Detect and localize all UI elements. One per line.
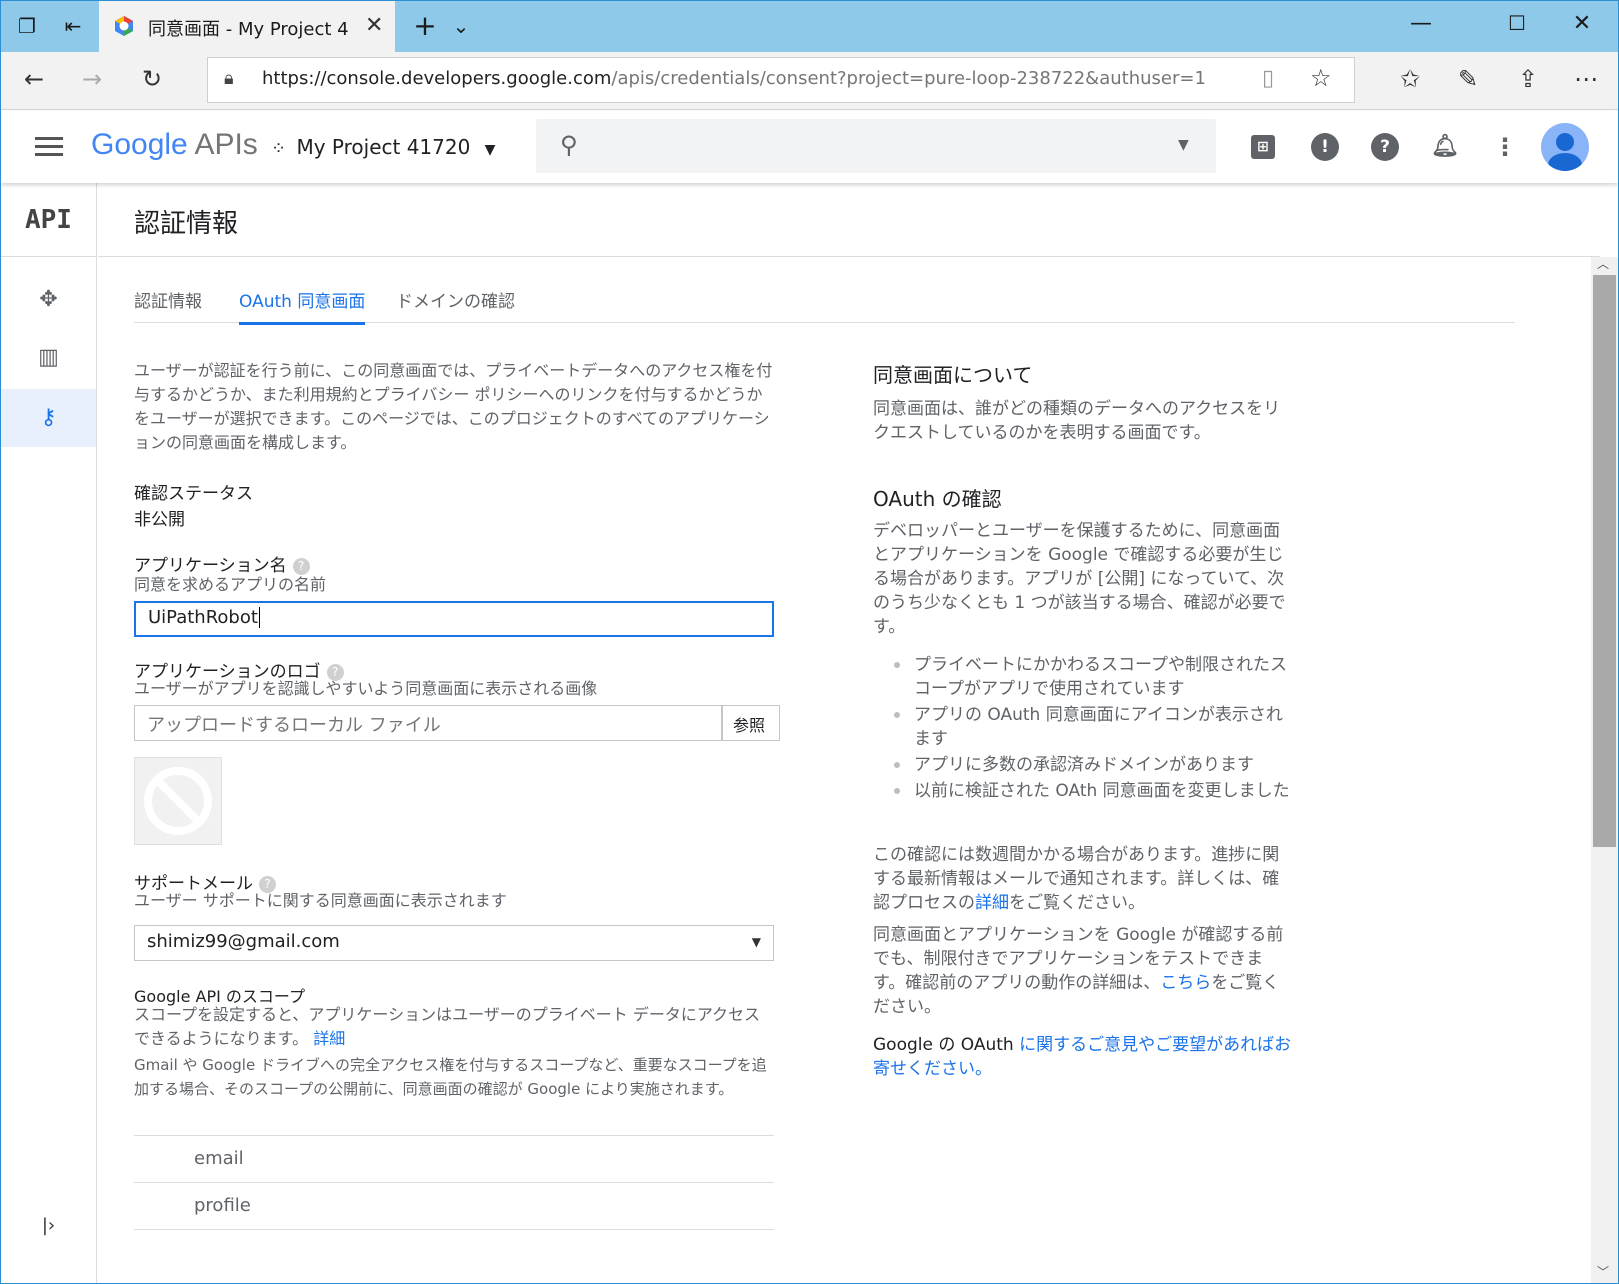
scopes-note: Gmail や Google ドライブへの完全アクセス権を付与するスコープなど、…	[134, 1056, 767, 1098]
no-logo-image	[134, 757, 222, 845]
browse-button[interactable]: 参照	[722, 705, 780, 741]
more-icon[interactable]: ⋯	[1569, 65, 1603, 93]
status-label: 確認ステータス	[134, 484, 253, 504]
list-item: プライベートにかかわるスコープや制限されたスコープがアプリで使用されています	[888, 653, 1293, 701]
star-icon[interactable]: ☆	[1310, 64, 1332, 92]
scope-row: profile	[134, 1182, 774, 1229]
close-window-button[interactable]: ✕	[1562, 11, 1602, 36]
tab-credentials[interactable]: 認証情報	[134, 287, 202, 312]
project-selector[interactable]: ⁘ My Project 41720 ▼	[271, 135, 495, 159]
google-apis-logo[interactable]: Google APIs	[91, 128, 258, 162]
verify-conditions-list: プライベートにかかわるスコープや制限されたスコープがアプリで使用されています ア…	[888, 653, 1293, 805]
avatar[interactable]	[1541, 123, 1589, 171]
scopes-details-link[interactable]: 詳細	[313, 1029, 345, 1048]
notifications-icon[interactable]: 🔔︎	[1431, 133, 1459, 161]
new-tab-icon[interactable]: +	[413, 12, 437, 40]
no-image-icon	[144, 767, 212, 835]
scrollbar[interactable]: ︿ ﹀	[1591, 255, 1618, 1283]
help-icon[interactable]: ?	[292, 557, 310, 575]
test-text: 同意画面とアプリケーションを Google が確認する前でも、制限付きでアプリケ…	[873, 925, 1284, 1017]
scope-name: email	[194, 1148, 244, 1169]
main-content: 認証情報 認証情報 OAuth 同意画面 ドメインの確認 ユーザーが認証を行う前…	[98, 183, 1600, 1283]
about-heading: 同意画面について	[873, 363, 1033, 387]
project-name: My Project 41720	[296, 135, 471, 159]
about-text: 同意画面は、誰がどの種類のデータへのアクセスをリクエストしているのかを表明する画…	[873, 399, 1281, 443]
scrollbar-thumb[interactable]	[1593, 275, 1616, 847]
tab-title: 同意画面 - My Project 4	[148, 19, 349, 40]
share-icon[interactable]: ⇪	[1511, 65, 1545, 93]
lock-icon: 🔒︎	[224, 68, 234, 89]
verify-heading: OAuth の確認	[873, 487, 1002, 511]
pen-icon[interactable]: ✎	[1451, 65, 1485, 93]
page-title: 認証情報	[134, 209, 239, 239]
tab-list-icon[interactable]: ❐	[15, 14, 39, 38]
verify-duration-text: この確認には数週間かかる場合があります。進捗に関する最新情報はメールで通知されま…	[873, 845, 1280, 913]
browser-toolbar: ← → ↻ 🔒︎ https://console.developers.goog…	[1, 52, 1618, 110]
scroll-down-icon[interactable]: ﹀	[1597, 1263, 1609, 1280]
dropdown-arrow-icon: ▼	[751, 935, 761, 949]
search-bar[interactable]: ⚲ ▼	[536, 119, 1216, 173]
status-value: 非公開	[134, 510, 185, 530]
logo-google: Google	[91, 128, 188, 161]
project-icon: ⁘	[271, 138, 287, 159]
favorites-icon[interactable]: ✩	[1393, 65, 1427, 93]
set-aside-tabs-icon[interactable]: ⇤	[61, 14, 85, 38]
logo-file-input[interactable]: アップロードするローカル ファイル	[134, 705, 722, 741]
maximize-button[interactable]: ☐	[1497, 11, 1537, 35]
scopes-help: スコープを設定すると、アプリケーションはユーザーのプライベート データにアクセス…	[134, 1005, 761, 1048]
minimize-button[interactable]: —	[1401, 11, 1441, 36]
menu-icon[interactable]	[35, 137, 63, 157]
close-tab-icon[interactable]: ✕	[365, 13, 383, 38]
list-item: 以前に検証された OAth 同意画面を変更しました	[888, 779, 1293, 803]
scope-row: email	[134, 1135, 774, 1182]
expand-sidebar-icon[interactable]: |›	[1, 1197, 96, 1255]
support-email-value: shimiz99@gmail.com	[147, 931, 340, 952]
forward-icon[interactable]: →	[75, 65, 109, 93]
search-dropdown-icon[interactable]: ▼	[1178, 137, 1189, 153]
search-icon: ⚲	[560, 131, 578, 159]
tab-oauth-consent[interactable]: OAuth 同意画面	[239, 287, 366, 325]
support-email-help: ユーザー サポートに関する同意画面に表示されます	[134, 891, 507, 910]
logo-apis: APIs	[194, 128, 258, 161]
reading-view-icon[interactable]: ▯	[1262, 66, 1274, 91]
tab-bar: 認証情報 OAuth 同意画面 ドメインの確認	[134, 281, 1515, 325]
scroll-up-icon[interactable]: ︿	[1597, 255, 1609, 272]
dropdown-arrow-icon: ▼	[484, 142, 496, 158]
tab-domain-verification[interactable]: ドメインの確認	[396, 287, 515, 312]
back-icon[interactable]: ←	[17, 65, 51, 93]
console-header: Google APIs ⁘ My Project 41720 ▼ ⚲ ▼ ⊞ !…	[1, 111, 1618, 183]
help-icon[interactable]: ?	[1371, 133, 1399, 161]
intro-text: ユーザーが認証を行う前に、この同意画面では、プライベートデータへのアクセス権を付…	[134, 361, 773, 452]
cloud-console-icon	[115, 16, 133, 36]
dashboard-icon[interactable]: ✥	[1, 271, 96, 329]
process-details-link[interactable]: 詳細	[975, 893, 1009, 913]
verify-text: デベロッパーとユーザーを保護するために、同意画面とアプリケーションを Googl…	[873, 521, 1286, 637]
scope-name: profile	[194, 1195, 251, 1216]
url-text: https://console.developers.google.com/ap…	[262, 68, 1206, 89]
refresh-icon[interactable]: ↻	[135, 65, 169, 93]
left-sidebar: API ✥ ▥ ⚷ |›	[1, 183, 97, 1283]
feedback-icon[interactable]: !	[1311, 133, 1339, 161]
browser-title-bar: ❐ ⇤ 同意画面 - My Project 4 ✕ + ⌄ — ☐ ✕	[1, 1, 1618, 52]
address-bar[interactable]: 🔒︎ https://console.developers.google.com…	[207, 57, 1355, 103]
library-icon[interactable]: ▥	[1, 329, 96, 387]
logo-help: ユーザーがアプリを認識しやすいよう同意画面に表示される画像	[134, 679, 598, 698]
credentials-key-icon[interactable]: ⚷	[1, 389, 96, 447]
app-name-help: 同意を求めるアプリの名前	[134, 575, 327, 594]
app-name-input[interactable]: UiPathRobot	[134, 601, 774, 637]
gift-icon[interactable]: ⊞	[1251, 135, 1275, 159]
api-logo: API	[25, 205, 72, 235]
chevron-down-icon[interactable]: ⌄	[449, 14, 473, 38]
support-email-select[interactable]: shimiz99@gmail.com ▼	[134, 925, 774, 961]
feedback-text: Google の OAuth に関するご意見やご要望があればお寄せください。	[873, 1035, 1292, 1079]
list-item: アプリの OAuth 同意画面にアイコンが表示されます	[888, 703, 1293, 751]
here-link[interactable]: こちら	[1160, 973, 1211, 993]
list-item: アプリに多数の承認済みドメインがあります	[888, 753, 1293, 777]
more-vert-icon[interactable]: ⋮	[1491, 133, 1519, 161]
browser-tab[interactable]: 同意画面 - My Project 4 ✕	[99, 1, 395, 52]
